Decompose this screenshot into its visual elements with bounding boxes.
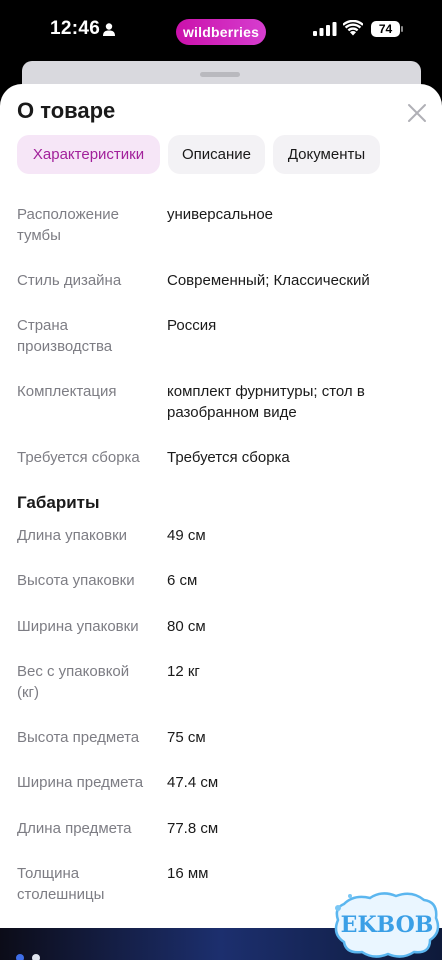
ekbob-watermark: EKBOB: [334, 892, 440, 958]
row-label: Расположение тумбы: [17, 206, 119, 244]
wifi-icon: [343, 20, 363, 36]
watermark-text: EKBOB: [341, 912, 434, 938]
row-value: Современный; Классический: [167, 272, 370, 289]
cellular-signal-icon: [313, 22, 337, 36]
row-value: Требуется сборка: [167, 449, 290, 466]
section-heading-dimensions: Габариты: [17, 493, 100, 512]
battery-level: 74: [371, 21, 400, 37]
row-label: Ширина предмета: [17, 774, 144, 791]
row-value: 49 см: [167, 527, 206, 544]
row-label: Стиль дизайна: [17, 272, 122, 289]
status-time: 12:46: [50, 18, 101, 39]
product-info-sheet: О товаре Характеристики Описание Докумен…: [0, 84, 442, 930]
person-icon: [103, 23, 115, 36]
row-label: Длина предмета: [17, 820, 132, 837]
row-label: Толщина столешницы: [17, 865, 105, 903]
row-value: 16 мм: [167, 865, 209, 882]
close-icon[interactable]: [405, 101, 429, 125]
bottom-indicator-dot: [32, 954, 40, 960]
tab-description[interactable]: Описание: [168, 135, 265, 174]
row-label: Страна производства: [17, 317, 113, 355]
row-value: 77.8 см: [167, 820, 219, 837]
tab-characteristics[interactable]: Характеристики: [17, 135, 160, 174]
row-value: 75 см: [167, 729, 206, 746]
row-value: 12 кг: [167, 663, 200, 680]
battery-indicator: 74: [371, 21, 403, 37]
sheet-grabber[interactable]: [200, 72, 240, 77]
row-label: Требуется сборка: [17, 449, 140, 466]
row-value: универсальное: [167, 206, 274, 223]
tab-documents[interactable]: Документы: [273, 135, 380, 174]
sheet-title: О товаре: [17, 98, 116, 123]
row-label: Высота упаковки: [17, 572, 135, 589]
row-label: Длина упаковки: [17, 527, 128, 544]
battery-tip: [401, 26, 403, 32]
bottom-indicator-dot: [16, 954, 24, 960]
row-value: комплект фурнитуры; стол в разобранном в…: [167, 383, 365, 421]
row-value: 47.4 см: [167, 774, 219, 791]
row-label: Ширина упаковки: [17, 618, 139, 635]
row-value: Россия: [167, 317, 217, 334]
app-badge[interactable]: wildberries: [176, 19, 266, 45]
row-value: 6 см: [167, 572, 198, 589]
row-value: 80 см: [167, 618, 206, 635]
row-label: Высота предмета: [17, 729, 140, 746]
status-bar: 12:46 wildberries 74: [0, 0, 442, 62]
row-label: Вес с упаковкой (кг): [17, 663, 130, 701]
row-label: Комплектация: [17, 383, 117, 400]
